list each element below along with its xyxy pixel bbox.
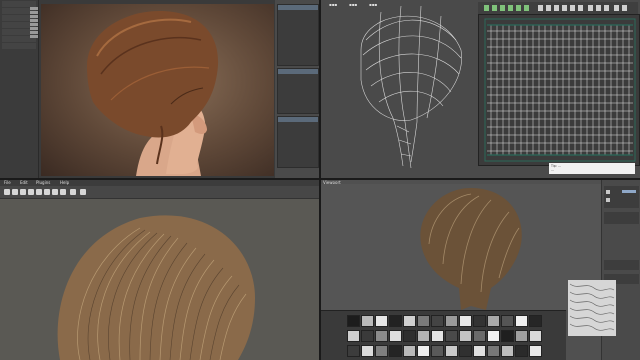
material-swatch[interactable]: [529, 345, 542, 357]
menu-help[interactable]: Help: [60, 180, 69, 185]
material-swatch[interactable]: [501, 330, 514, 342]
material-swatch[interactable]: [347, 315, 360, 327]
move-icon[interactable]: [12, 189, 18, 195]
material-swatch[interactable]: [375, 330, 388, 342]
material-swatch[interactable]: [431, 330, 444, 342]
material-swatch[interactable]: [473, 345, 486, 357]
material-swatch[interactable]: [501, 345, 514, 357]
render-portrait-image: [87, 11, 219, 176]
material-swatch[interactable]: [529, 315, 542, 327]
render-viewport[interactable]: [41, 4, 274, 176]
material-swatch[interactable]: [375, 315, 388, 327]
material-swatch[interactable]: [431, 315, 444, 327]
material-swatch[interactable]: [515, 330, 528, 342]
material-swatch[interactable]: [417, 345, 430, 357]
menu-edit[interactable]: Edit: [20, 180, 28, 185]
material-swatch[interactable]: [347, 330, 360, 342]
attribute-editor-panel: [275, 0, 319, 178]
material-library-shelf: [321, 310, 566, 360]
material-swatch[interactable]: [459, 345, 472, 357]
material-swatch[interactable]: [445, 330, 458, 342]
material-swatch[interactable]: [487, 315, 500, 327]
material-swatch[interactable]: [487, 330, 500, 342]
material-swatch[interactable]: [473, 315, 486, 327]
cut-icon[interactable]: [52, 189, 58, 195]
uv-editor-canvas[interactable]: [478, 14, 640, 166]
hair-wireframe-mesh[interactable]: [321, 0, 477, 178]
smooth-icon[interactable]: [70, 189, 76, 195]
modeling-view-panel: ▪▪▪ ▪▪▪ ▪▪▪ Tip: ... ...: [321, 0, 640, 178]
attribute-block-1: [277, 4, 319, 66]
comb-icon[interactable]: [44, 189, 50, 195]
material-swatch[interactable]: [459, 330, 472, 342]
groom-hair-viewport[interactable]: [0, 198, 319, 360]
material-swatch[interactable]: [445, 345, 458, 357]
rotate-icon[interactable]: [20, 189, 26, 195]
uv-editor-toolbar: [478, 2, 638, 14]
settings-icon[interactable]: [80, 189, 86, 195]
material-swatch[interactable]: [417, 315, 430, 327]
texture-preview: [568, 280, 616, 336]
material-swatch[interactable]: [487, 345, 500, 357]
menu-plugins[interactable]: Plugins: [36, 180, 50, 185]
material-swatch[interactable]: [389, 330, 402, 342]
tooltip-line-2: ...: [551, 168, 555, 172]
material-swatch[interactable]: [515, 345, 528, 357]
material-swatch[interactable]: [417, 330, 430, 342]
material-swatch[interactable]: [361, 330, 374, 342]
select-icon[interactable]: [4, 189, 10, 195]
material-swatch[interactable]: [361, 345, 374, 357]
clump-icon[interactable]: [60, 189, 66, 195]
brush-icon[interactable]: [36, 189, 42, 195]
material-swatch[interactable]: [361, 315, 374, 327]
shading-view-panel: Viewport: [321, 180, 640, 360]
material-swatch[interactable]: [501, 315, 514, 327]
attribute-block-3: [277, 116, 319, 168]
uv-editor-tooltip: Tip: ... ...: [549, 163, 635, 174]
material-swatch[interactable]: [515, 315, 528, 327]
material-swatch[interactable]: [403, 315, 416, 327]
material-swatch[interactable]: [389, 345, 402, 357]
scale-icon[interactable]: [28, 189, 34, 195]
material-swatch[interactable]: [347, 345, 360, 357]
material-swatch[interactable]: [403, 345, 416, 357]
outliner-checkmarks: [30, 6, 38, 39]
material-swatch[interactable]: [459, 315, 472, 327]
material-swatch[interactable]: [529, 330, 542, 342]
material-swatch[interactable]: [473, 330, 486, 342]
material-swatch[interactable]: [375, 345, 388, 357]
groom-view-panel: File Edit Plugins Help: [0, 180, 319, 360]
split-divider-vertical[interactable]: [319, 0, 321, 360]
render-view-panel: [0, 0, 319, 178]
material-swatch[interactable]: [403, 330, 416, 342]
material-swatch[interactable]: [445, 315, 458, 327]
menu-file[interactable]: File: [4, 180, 11, 185]
attribute-block-2: [277, 68, 319, 114]
material-swatch[interactable]: [431, 345, 444, 357]
shading-viewport[interactable]: [321, 184, 601, 310]
material-swatch[interactable]: [389, 315, 402, 327]
